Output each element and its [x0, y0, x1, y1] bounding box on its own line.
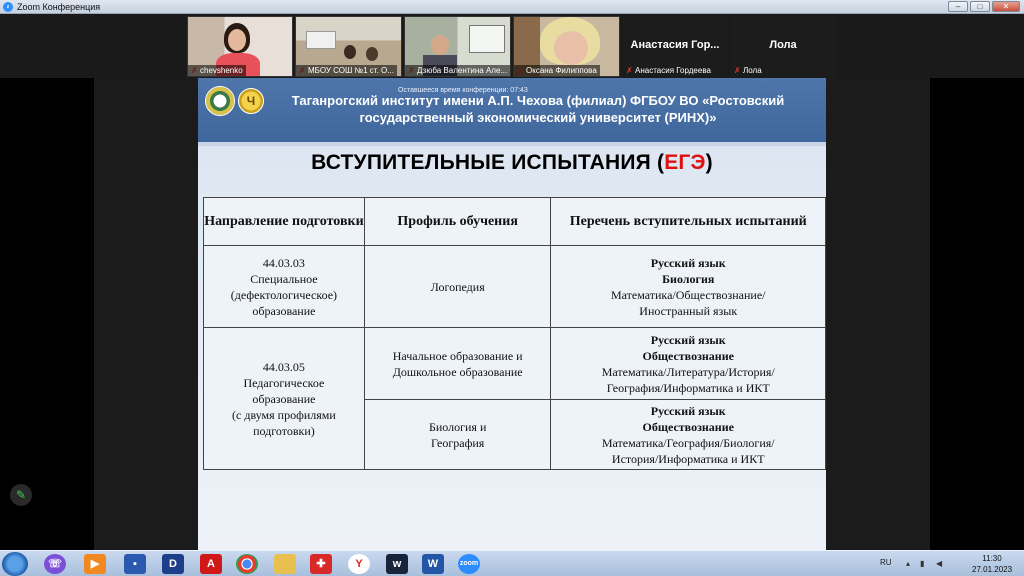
participant-tile[interactable]: ✗ Оксана Филиппова	[513, 16, 620, 77]
profile-cell: Начальное образование и Дошкольное образ…	[363, 327, 552, 400]
participant-display-name: Лола	[769, 39, 797, 51]
profile-cell: Логопедия	[363, 245, 552, 328]
table-row: 44.03.05 Педагогическое образование (с д…	[203, 327, 826, 470]
maximize-button[interactable]: □	[970, 1, 990, 12]
word-icon[interactable]: W	[422, 554, 444, 574]
column-header: Направление подготовки	[203, 197, 365, 246]
d-app-icon[interactable]: D	[162, 554, 184, 574]
participant-tile[interactable]: Анастасия Гор... ✗ Анастасия Гордеева	[622, 16, 728, 77]
window-titlebar: z Zoom Конференция – □ ✕	[0, 0, 1024, 14]
exams-cell: Русский язык Обществознание Математика/Г…	[550, 399, 826, 470]
participant-name: Дзюба Валентина Але...	[405, 65, 510, 76]
network-icon[interactable]: ▮	[920, 559, 924, 568]
save-icon[interactable]: ▪	[124, 554, 146, 574]
zoom-icon[interactable]: zoom	[458, 554, 480, 574]
direction-cell: 44.03.05 Педагогическое образование (с д…	[203, 327, 365, 470]
language-indicator[interactable]: RU	[880, 558, 892, 567]
participant-name: Анастасия Гордеева	[635, 66, 711, 75]
viber-icon[interactable]: ☏	[44, 554, 66, 574]
folder-icon[interactable]	[274, 554, 296, 574]
windows-taskbar: ☏ ▶ ▪ D A ✚ Y w W zoom RU ▴ ▮ ◀ 11:30 27…	[0, 550, 1024, 576]
participant-tile[interactable]: Лола ✗ Лола	[730, 16, 836, 77]
participant-name: chevshenko	[188, 65, 246, 76]
institute-logos: Ч	[205, 86, 264, 116]
exams-cell: Русский язык Обществознание Математика/Л…	[550, 327, 826, 400]
start-button[interactable]	[2, 552, 28, 576]
table-header-row: Направление подготовки Профиль обучения …	[203, 197, 826, 246]
pdf-icon[interactable]: A	[200, 554, 222, 574]
direction-cell: 44.03.03 Специальное (дефектологическое)…	[203, 245, 365, 328]
remaining-time: Оставшееся время конференции: 07:43	[398, 87, 528, 94]
table-row: 44.03.03 Специальное (дефектологическое)…	[203, 245, 826, 328]
participant-tile[interactable]: ✗ МБОУ СОШ №1 ст. О...	[295, 16, 402, 77]
close-button[interactable]: ✕	[992, 1, 1020, 12]
tray-arrow-icon[interactable]: ▴	[906, 559, 910, 568]
yandex-icon[interactable]: Y	[348, 554, 370, 574]
participant-tile[interactable]: ✗ Дзюба Валентина Але...	[404, 16, 511, 77]
screen: z Zoom Конференция – □ ✕ ✗ chevshenko ✗ …	[0, 0, 1024, 576]
column-header: Профиль обучения	[363, 197, 552, 246]
system-clock[interactable]: 11:30 27.01.2023	[972, 553, 1012, 575]
profile-cell: Биология и География	[363, 399, 552, 470]
participant-name: Оксана Филиппова	[514, 65, 600, 76]
entrance-exams-table: Направление подготовки Профиль обучения …	[203, 197, 826, 470]
puzzle-app-icon[interactable]: ✚	[310, 554, 332, 574]
minimize-button[interactable]: –	[948, 1, 968, 12]
window-controls: – □ ✕	[948, 1, 1020, 12]
column-header: Перечень вступительных испытаний	[550, 197, 826, 246]
window-title: Zoom Конференция	[17, 1, 101, 12]
volume-icon[interactable]: ◀	[936, 559, 942, 568]
participant-gallery: ✗ chevshenko ✗ МБОУ СОШ №1 ст. О... ✗ Дз…	[0, 14, 1024, 78]
zoom-icon: z	[3, 1, 13, 12]
participant-display-name: Анастасия Гор...	[630, 39, 720, 51]
participant-name: МБОУ СОШ №1 ст. О...	[296, 65, 397, 76]
participant-name: Лола	[743, 66, 762, 75]
slide-header: Ч Таганрогский институт имени А.П. Чехов…	[198, 78, 826, 142]
participant-tile[interactable]: ✗ chevshenko	[187, 16, 293, 77]
exams-cell: Русский язык Биология Математика/Обществ…	[550, 245, 826, 328]
institute-title: Таганрогский институт имени А.П. Чехова …	[291, 93, 785, 125]
slide-heading: ВСТУПИТЕЛЬНЫЕ ИСПЫТАНИЯ (ЕГЭ)	[311, 151, 713, 174]
webinar-icon[interactable]: w	[386, 554, 408, 574]
media-player-icon[interactable]: ▶	[84, 554, 106, 574]
annotate-pencil-icon[interactable]: ✎	[10, 484, 32, 506]
university-seal-icon	[205, 86, 235, 116]
chrome-icon[interactable]	[236, 554, 258, 574]
shared-slide: Ч Таганрогский институт имени А.П. Чехов…	[198, 78, 826, 550]
